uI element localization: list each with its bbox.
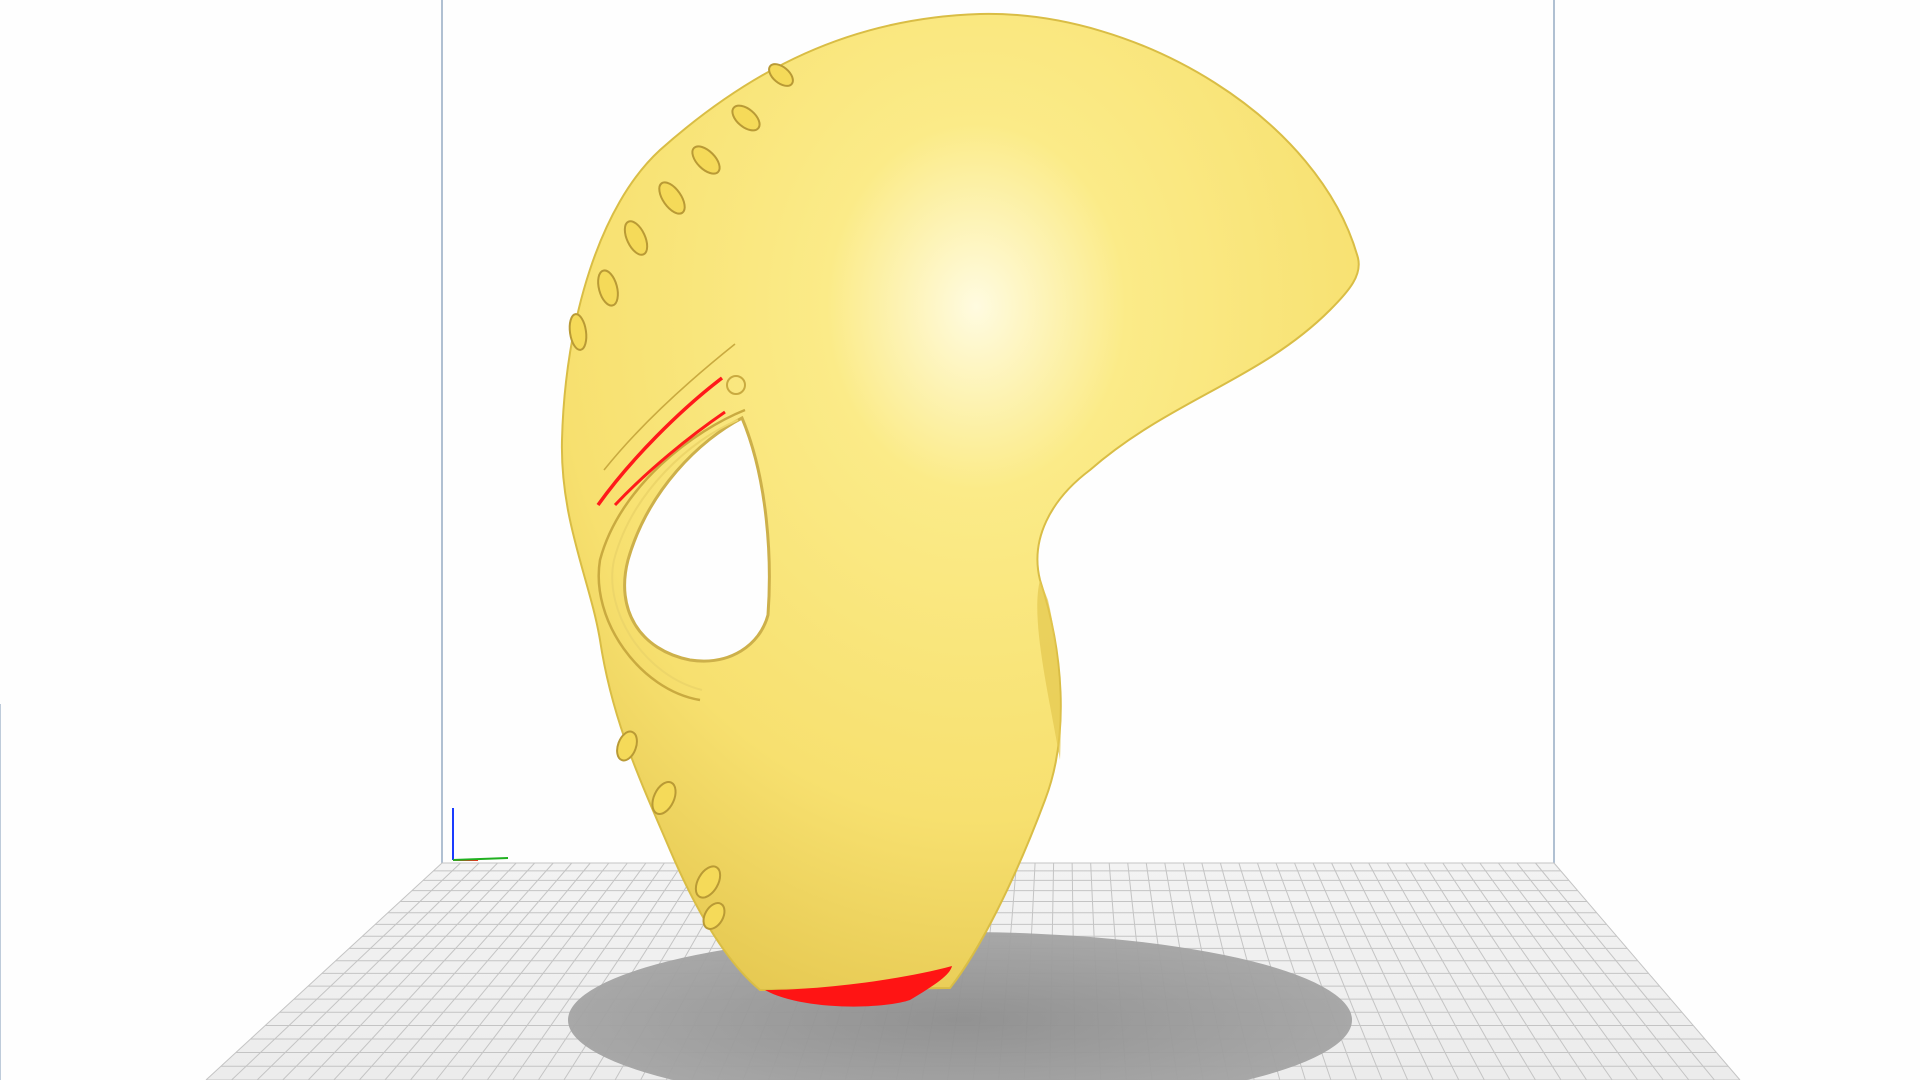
helmet-model[interactable] [560,12,1360,1007]
axis-gizmo [452,808,509,861]
3d-viewport[interactable] [0,0,1920,1080]
scene-canvas[interactable] [0,0,1920,1080]
